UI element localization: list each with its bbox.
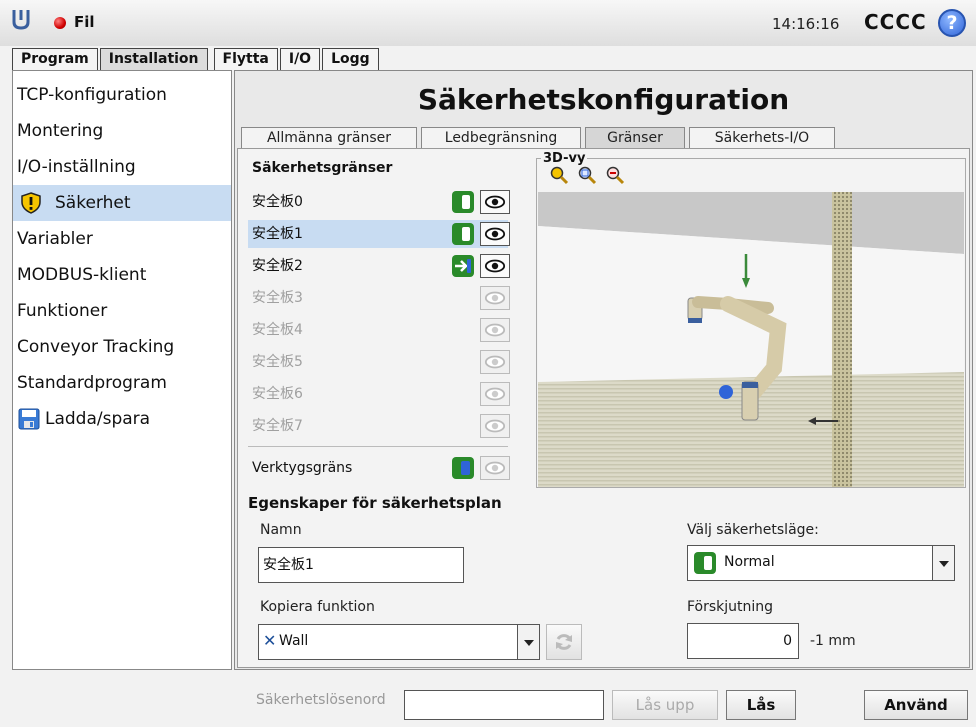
main-tabs: Program Installation Flytta I/O Logg — [12, 48, 381, 70]
tab-installation[interactable]: Installation — [99, 48, 208, 70]
mode-toggle[interactable] — [452, 191, 474, 213]
chevron-down-icon[interactable] — [932, 546, 954, 580]
sidebar-item-conveyor[interactable]: Conveyor Tracking — [13, 329, 231, 365]
tab-ledbegransning[interactable]: Ledbegränsning — [421, 127, 581, 148]
sidebar-item-tcp[interactable]: TCP-konfiguration — [13, 77, 231, 113]
safety-mode-select[interactable]: Normal — [687, 545, 955, 581]
sidebar-item-sakerhet[interactable]: Säkerhet — [13, 185, 231, 221]
warning-shield-icon — [21, 192, 41, 214]
robot-3d-scene[interactable] — [538, 192, 964, 487]
tab-flytta[interactable]: Flytta — [213, 48, 278, 70]
copy-label: Kopiera funktion — [260, 599, 375, 615]
tab-logg[interactable]: Logg — [322, 48, 379, 70]
plane-row[interactable]: 安全板6 — [248, 380, 510, 408]
tool-limit-label: Verktygsgräns — [252, 460, 353, 476]
limits-heading: Säkerhetsgränser — [252, 160, 393, 176]
password-label: Säkerhetslösenord — [256, 692, 386, 708]
name-label: Namn — [260, 522, 302, 538]
tool-limit-toggle[interactable] — [452, 457, 474, 479]
lock-button[interactable]: Lås — [726, 690, 796, 720]
status-dot-icon — [54, 17, 66, 29]
sidebar-item-io-installning[interactable]: I/O-inställning — [13, 149, 231, 185]
eye-icon — [480, 382, 510, 406]
clock: 14:16:16 — [772, 15, 840, 33]
plane-name: 安全板4 — [252, 322, 303, 338]
password-field[interactable] — [404, 690, 604, 720]
plane-name: 安全板3 — [252, 290, 303, 306]
eye-icon — [480, 414, 510, 438]
tab-sakerhets-io[interactable]: Säkerhets-I/O — [689, 127, 835, 148]
plane-row[interactable]: 安全板5 — [248, 348, 510, 376]
mode-label: Välj säkerhetsläge: — [687, 522, 819, 538]
plane-row[interactable]: 安全板3 — [248, 284, 510, 312]
normal-mode-icon — [694, 552, 716, 574]
refresh-icon — [556, 634, 572, 650]
view-3d-label: 3D-vy — [541, 151, 588, 166]
sidebar-item-modbus[interactable]: MODBUS-klient — [13, 257, 231, 293]
zoom-out-icon[interactable] — [605, 165, 625, 185]
plane-row[interactable]: 安全板2 — [248, 252, 510, 280]
properties-heading: Egenskaper för säkerhetsplan — [248, 494, 502, 512]
safety-mode-value: Normal — [724, 554, 775, 570]
sidebar-item-label: Säkerhet — [55, 193, 131, 213]
offset-label: Förskjutning — [687, 599, 774, 615]
trigger-mode-icon[interactable] — [452, 255, 474, 277]
tool-limit-row[interactable]: Verktygsgräns — [248, 454, 510, 482]
file-menu[interactable]: Fil — [74, 13, 95, 31]
copy-feature-select[interactable]: ✕ Wall — [258, 624, 540, 660]
eye-icon[interactable] — [480, 222, 510, 246]
eye-icon[interactable] — [480, 190, 510, 214]
zoom-in-icon[interactable] — [577, 165, 597, 185]
plane-name: 安全板1 — [252, 226, 303, 242]
plane-name: 安全板2 — [252, 258, 303, 274]
plane-name: 安全板6 — [252, 386, 303, 402]
ur-logo-icon — [12, 10, 30, 30]
page-title: Säkerhetskonfiguration — [417, 83, 790, 116]
plane-name: 安全板7 — [252, 418, 303, 434]
sidebar-item-label: Ladda/spara — [45, 409, 151, 429]
limits-panel: Säkerhetsgränser 安全板0 安全板1 安全板2 安全板3 安全板… — [237, 148, 970, 668]
name-field[interactable]: 安全板1 — [258, 547, 464, 583]
chevron-down-icon[interactable] — [517, 625, 539, 659]
refresh-button[interactable] — [546, 624, 582, 660]
zoom-fit-icon[interactable] — [549, 165, 569, 185]
tab-granser[interactable]: Gränser — [585, 127, 685, 148]
sidebar-item-standardprogram[interactable]: Standardprogram — [13, 365, 231, 401]
plane-row[interactable]: 安全板1 — [248, 220, 510, 248]
eye-icon[interactable] — [480, 254, 510, 278]
plane-name: 安全板0 — [252, 194, 303, 210]
eye-icon — [480, 286, 510, 310]
feature-x-icon: ✕ — [263, 631, 277, 650]
user-name[interactable]: CCCC — [864, 10, 927, 34]
tab-io[interactable]: I/O — [279, 48, 321, 70]
offset-field[interactable]: 0 — [687, 623, 799, 659]
sidebar-item-variabler[interactable]: Variabler — [13, 221, 231, 257]
floppy-disk-icon — [18, 408, 40, 430]
plane-row[interactable]: 安全板4 — [248, 316, 510, 344]
sidebar-item-ladda-spara[interactable]: Ladda/spara — [13, 401, 231, 437]
content-area: Säkerhetskonfiguration Allmänna gränser … — [234, 70, 973, 670]
sidebar-item-montering[interactable]: Montering — [13, 113, 231, 149]
top-bar: Fil 14:16:16 CCCC ? — [0, 0, 976, 46]
plane-row[interactable]: 安全板7 — [248, 412, 510, 440]
tab-program[interactable]: Program — [12, 48, 98, 70]
help-icon[interactable]: ? — [938, 9, 966, 37]
apply-button[interactable]: Använd — [864, 690, 968, 720]
eye-icon — [480, 318, 510, 342]
eye-icon — [480, 350, 510, 374]
plane-row[interactable]: 安全板0 — [248, 188, 510, 216]
view-3d: 3D-vy — [536, 151, 966, 488]
offset-unit: -1 mm — [810, 633, 856, 649]
tab-allmanna-granser[interactable]: Allmänna gränser — [241, 127, 417, 148]
mode-toggle[interactable] — [452, 223, 474, 245]
unlock-button[interactable]: Lås upp — [612, 690, 718, 720]
eye-icon — [480, 456, 510, 480]
bottom-bar: Säkerhetslösenord Lås upp Lås Använd — [0, 672, 976, 727]
copy-feature-value: Wall — [279, 633, 309, 649]
plane-name: 安全板5 — [252, 354, 303, 370]
sidebar: TCP-konfiguration Montering I/O-inställn… — [12, 70, 232, 670]
divider — [248, 446, 508, 447]
sidebar-item-funktioner[interactable]: Funktioner — [13, 293, 231, 329]
